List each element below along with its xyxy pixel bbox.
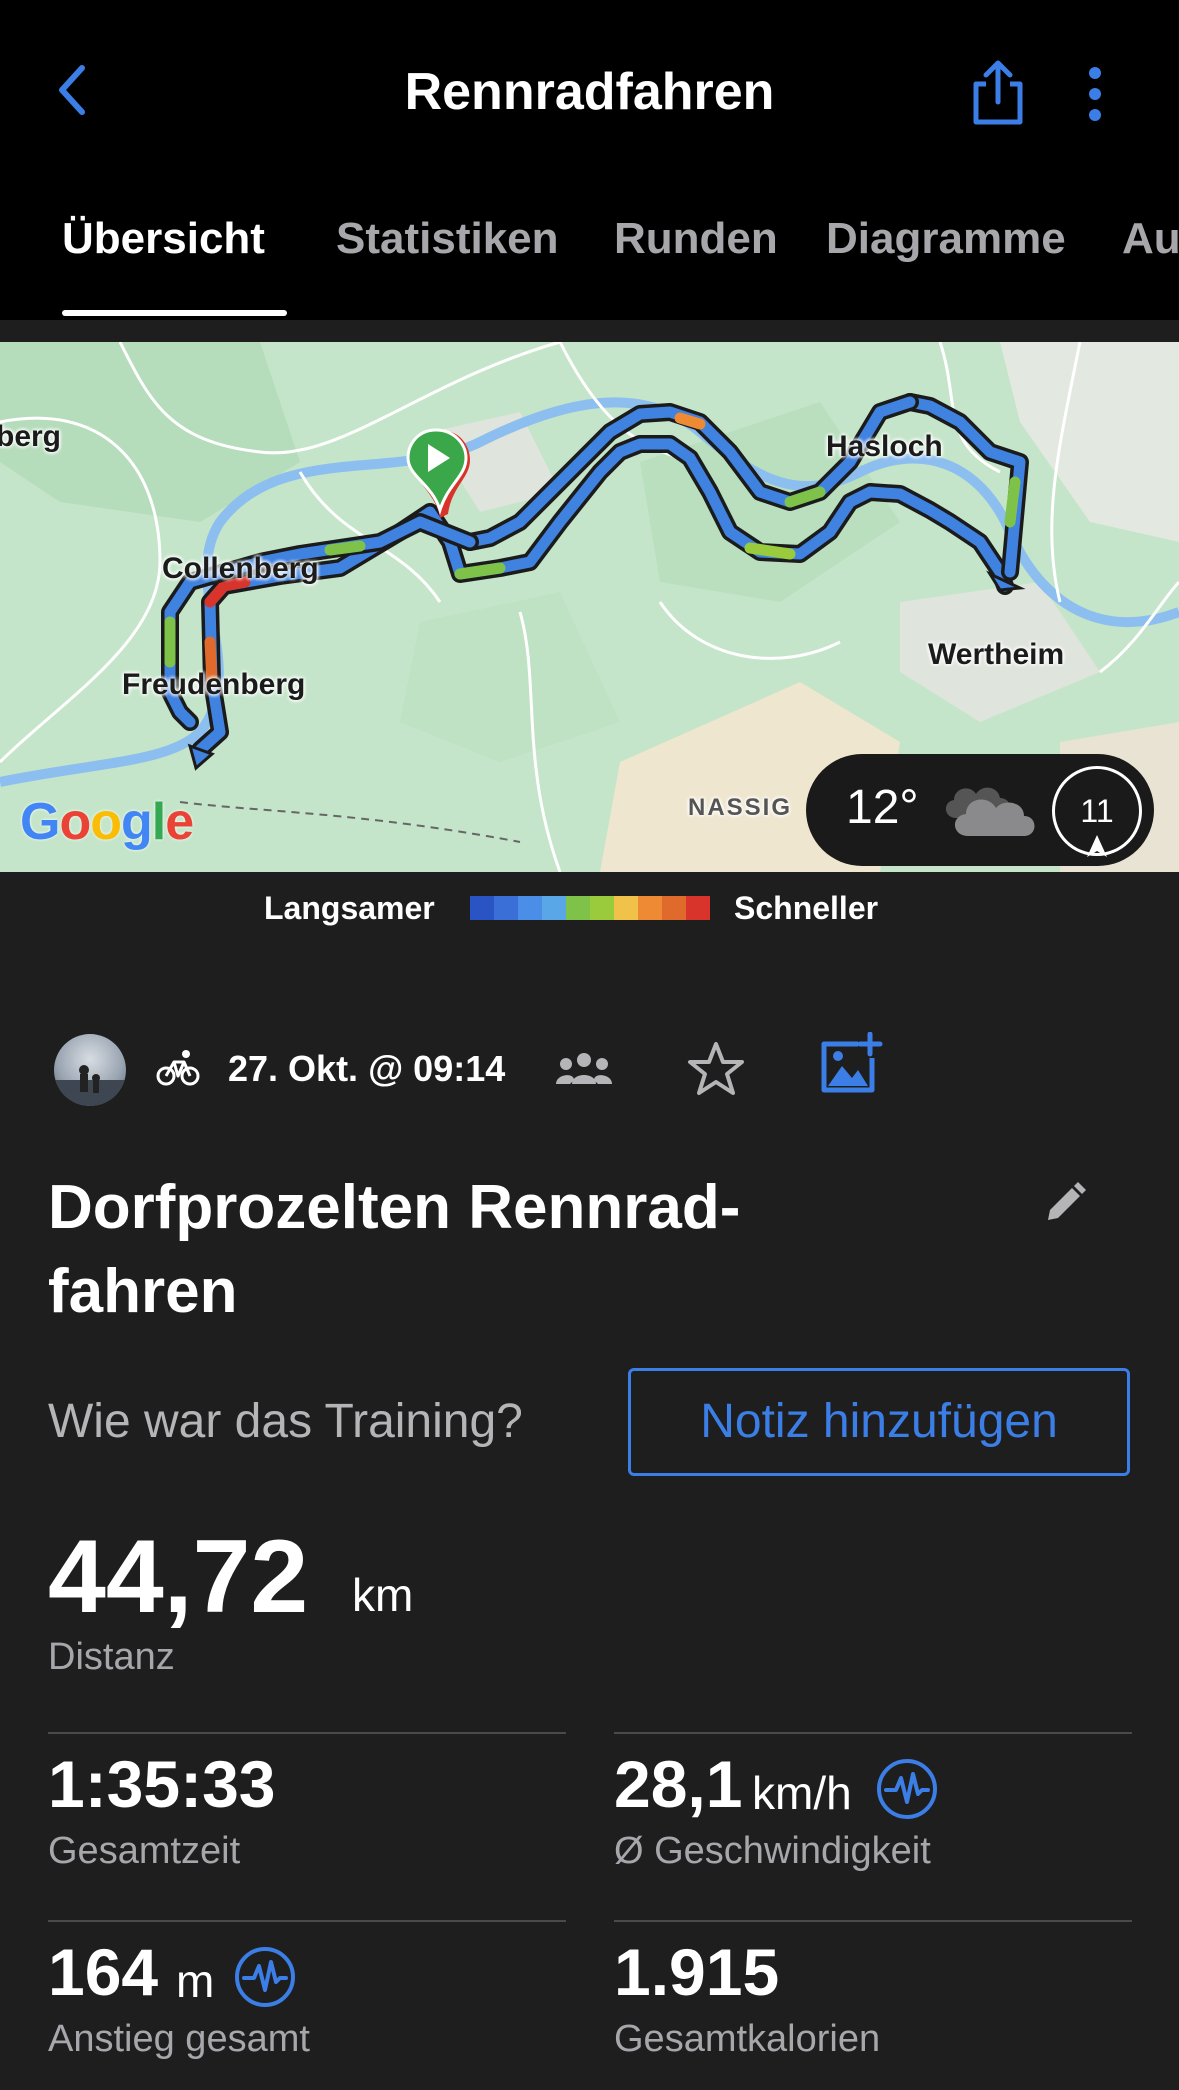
avatar-photo: [54, 1065, 126, 1106]
legend-swatch: [518, 896, 542, 920]
legend-swatch: [614, 896, 638, 920]
start-marker-icon: [406, 428, 470, 518]
tab-bar: Übersicht Statistiken Runden Diagramme A…: [0, 200, 1179, 320]
legend-swatch: [686, 896, 710, 920]
map-label: berg: [0, 420, 62, 453]
activity-title: Dorfprozelten Rennrad-fahren: [48, 1173, 741, 1326]
total-time-value: 1:35:33: [48, 1747, 276, 1821]
legend-color-bar: [470, 896, 710, 920]
legend-swatch: [590, 896, 614, 920]
distance-label: Distanz: [48, 1636, 175, 1678]
distance-value: 44,72: [48, 1519, 309, 1635]
tab-charts[interactable]: Diagramme: [826, 214, 1066, 264]
ascent-value: 164: [48, 1935, 159, 2009]
map-label: Wertheim: [928, 638, 1065, 671]
divider: [614, 1920, 1132, 1922]
tab-overview[interactable]: Übersicht: [62, 214, 265, 264]
legend-swatch: [566, 896, 590, 920]
map-label: Hasloch: [826, 430, 943, 463]
divider: [614, 1732, 1132, 1734]
share-button[interactable]: [968, 58, 1028, 133]
speed-legend: Langsamer Schneller: [0, 872, 1179, 942]
feeling-prompt: Wie war das Training?: [48, 1395, 523, 1448]
google-logo: Google: [20, 793, 194, 851]
pulse-chart-icon[interactable]: [234, 1946, 296, 2008]
avg-speed-label: Ø Geschwindigkeit: [614, 1830, 931, 1872]
group-icon[interactable]: [554, 1050, 614, 1086]
edit-pencil-icon[interactable]: [1044, 1180, 1086, 1222]
map-label: Freudenberg: [122, 668, 306, 701]
avg-speed-value: 28,1: [614, 1747, 743, 1821]
calories-value: 1.915: [614, 1935, 780, 2009]
total-time-label: Gesamtzeit: [48, 1830, 241, 1872]
legend-swatch: [662, 896, 686, 920]
legend-swatch: [542, 896, 566, 920]
ascent-unit: m: [176, 1955, 215, 2007]
share-icon: [973, 60, 1023, 125]
distance-unit: km: [352, 1569, 414, 1621]
wind-direction-icon: [1087, 835, 1107, 857]
divider: [48, 1732, 566, 1734]
more-vertical-icon: [1089, 67, 1101, 121]
cloud-icon: [945, 787, 1035, 836]
more-options-button[interactable]: [1080, 64, 1110, 129]
weather-badge[interactable]: 12° 11: [806, 754, 1154, 866]
wind-indicator: 11: [1052, 766, 1142, 857]
temperature: 12°: [846, 781, 919, 834]
tab-more[interactable]: Au: [1122, 214, 1179, 264]
activity-meta: 27. Okt. @ 09:14: [0, 1030, 1179, 1110]
legend-swatch: [494, 896, 518, 920]
pulse-chart-icon[interactable]: [876, 1758, 938, 1820]
legend-fast-label: Schneller: [734, 890, 879, 926]
avg-speed-unit: km/h: [752, 1767, 852, 1819]
top-bar: Rennradfahren Übersicht Statistiken Rund…: [0, 0, 1179, 320]
calories-label: Gesamtkalorien: [614, 2018, 881, 2060]
legend-slow-label: Langsamer: [264, 890, 435, 926]
bike-icon: [156, 1050, 200, 1086]
avatar[interactable]: [54, 1034, 126, 1106]
ascent-label: Anstieg gesamt: [48, 2018, 310, 2060]
route-map[interactable]: berg Collenberg Freudenberg Hasloch Wert…: [0, 342, 1179, 872]
active-tab-indicator: [62, 310, 287, 316]
legend-swatch: [470, 896, 494, 920]
add-photo-icon[interactable]: [818, 1032, 884, 1098]
activity-date: 27. Okt. @ 09:14: [228, 1048, 506, 1089]
map-label: Collenberg: [162, 552, 319, 585]
legend-swatch: [638, 896, 662, 920]
divider: [48, 1920, 566, 1922]
map-label: NASSIG: [688, 794, 793, 821]
tab-statistics[interactable]: Statistiken: [336, 214, 559, 264]
tab-laps[interactable]: Runden: [614, 214, 778, 264]
star-icon[interactable]: [686, 1040, 746, 1100]
add-note-button[interactable]: Notiz hinzufügen: [628, 1368, 1130, 1476]
